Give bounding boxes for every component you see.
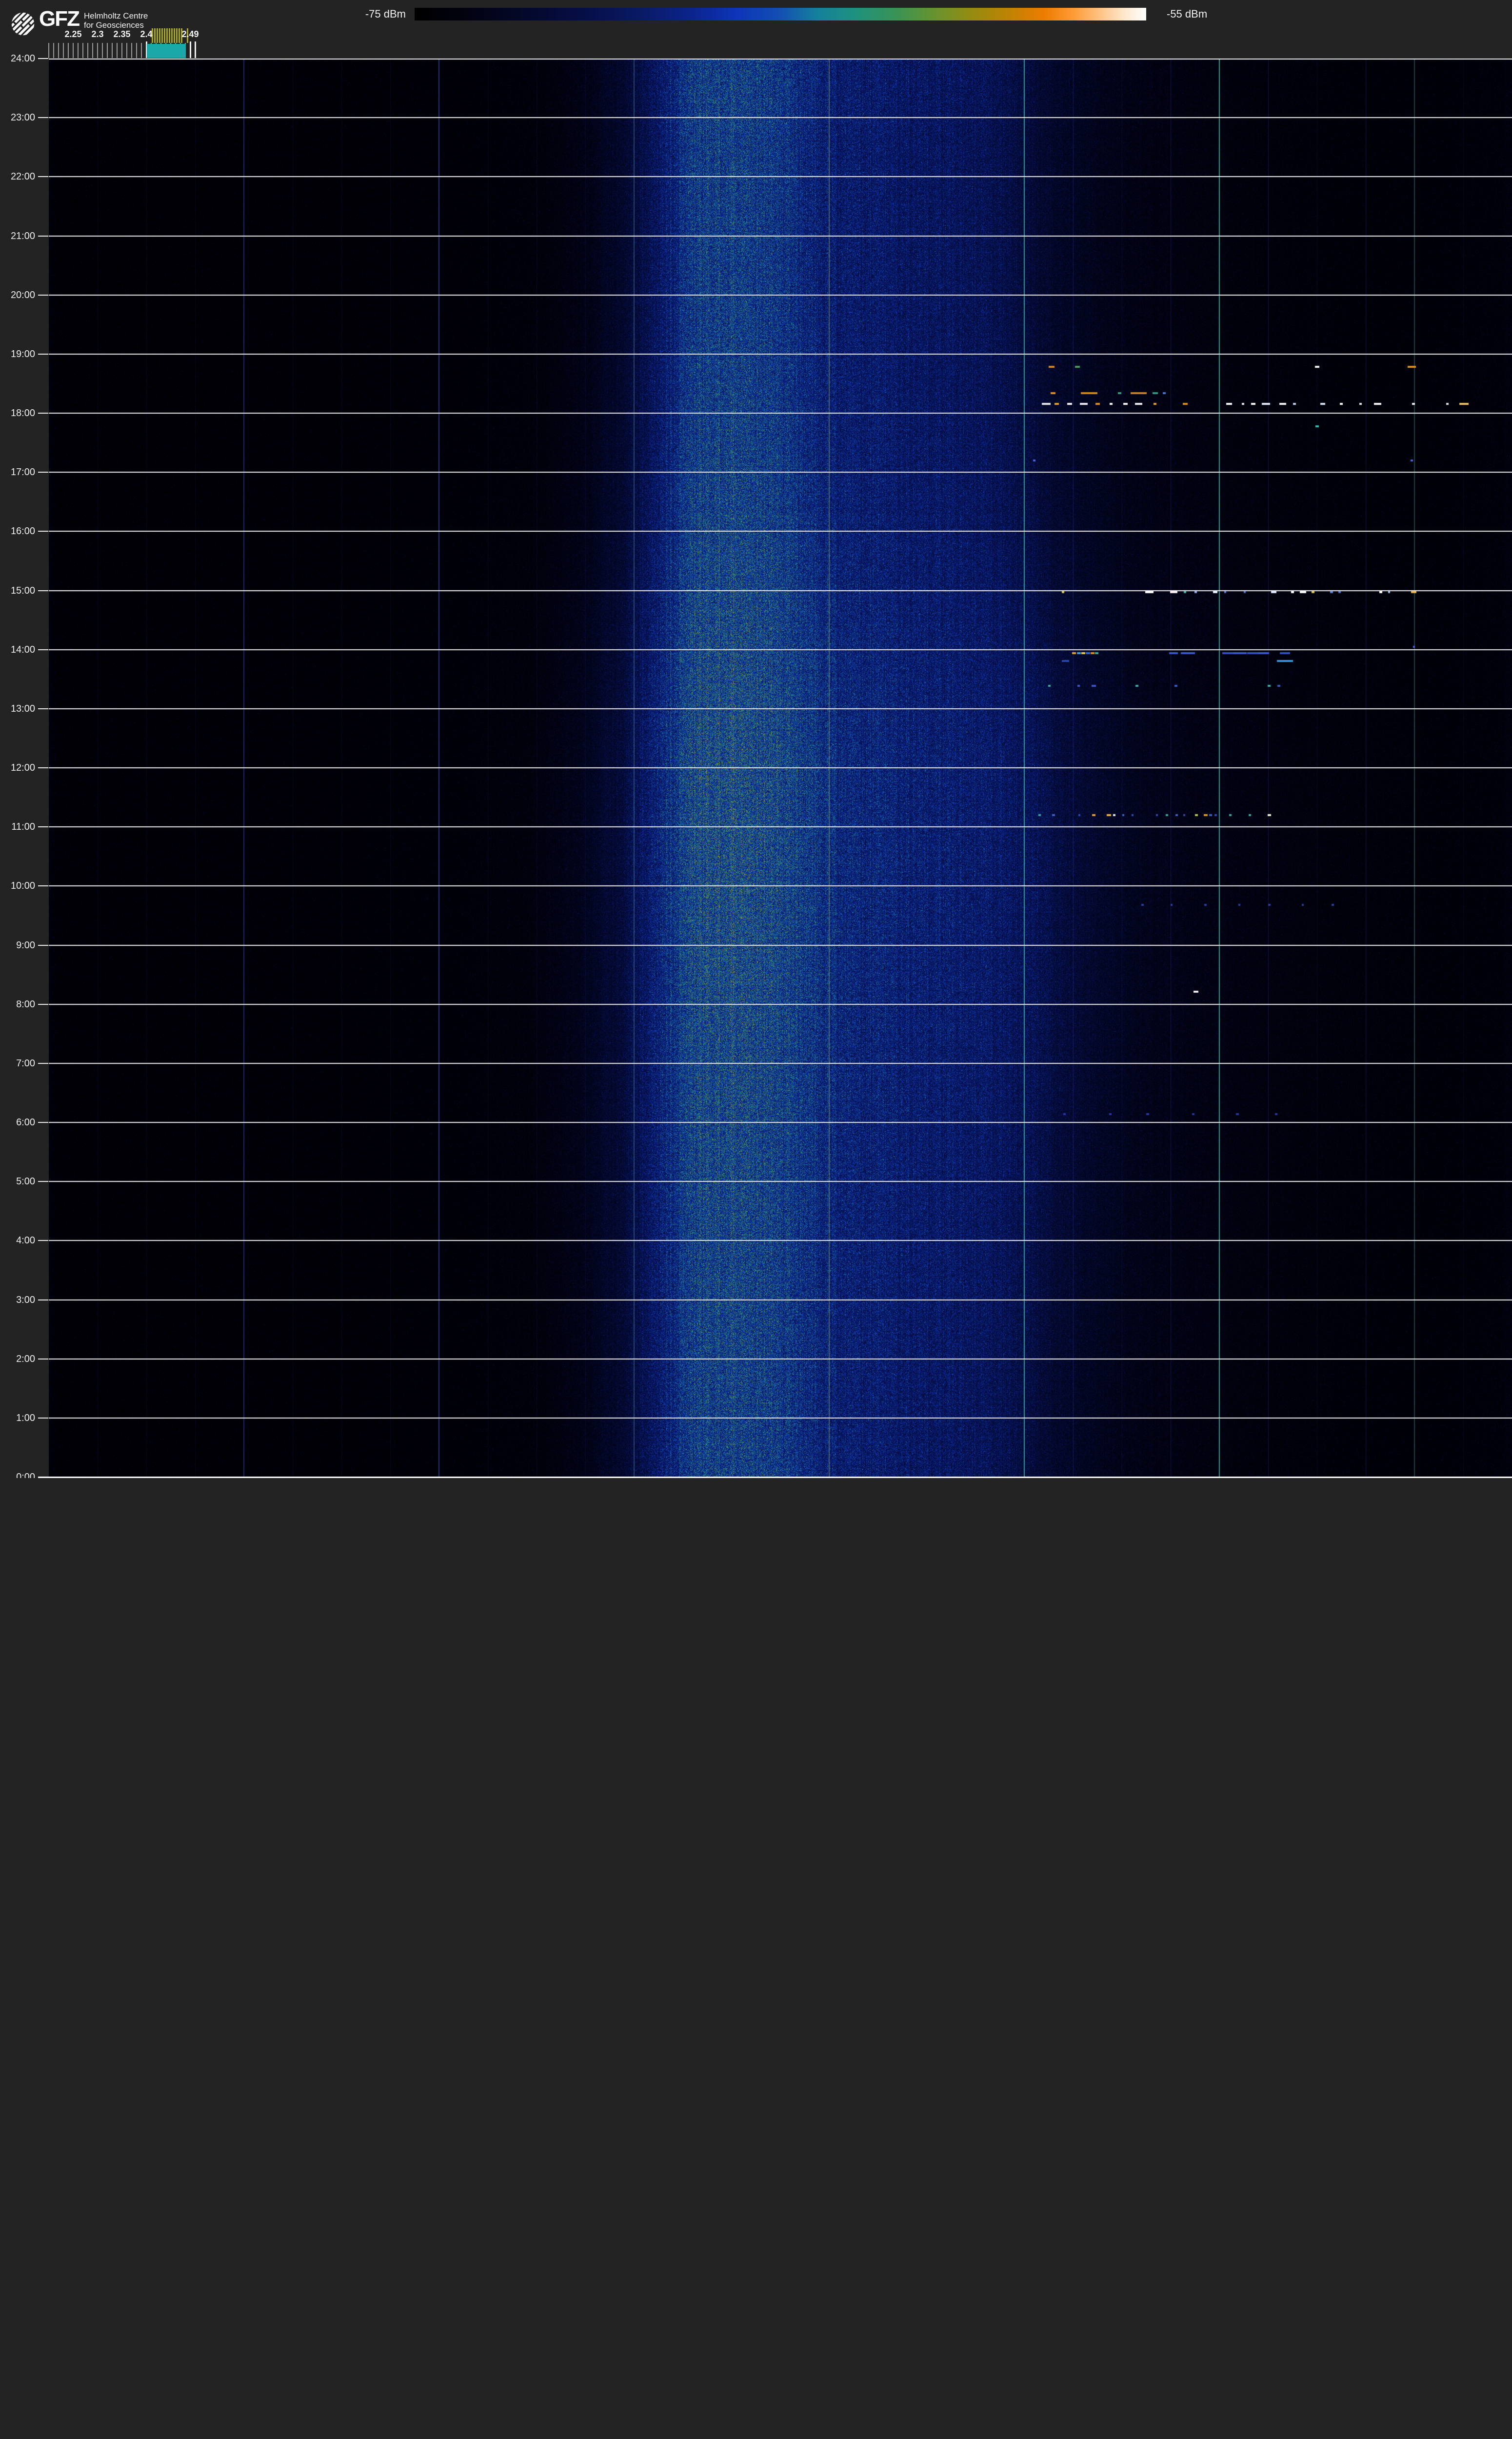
freq-major-tick (195, 41, 196, 58)
freq-minor-tick (97, 43, 98, 58)
wifi-channel-tick (179, 28, 180, 43)
time-axis-tick (38, 1063, 48, 1064)
freq-axis-label: 2.25 (64, 29, 81, 41)
time-axis-label: 1:00 (0, 1412, 35, 1424)
freq-minor-tick (102, 43, 103, 58)
time-axis-label: 19:00 (0, 348, 35, 360)
time-axis-tick (38, 767, 48, 768)
time-axis-tick (38, 1004, 48, 1005)
time-axis-label: 7:00 (0, 1058, 35, 1069)
freq-minor-tick (112, 43, 113, 58)
freq-minor-tick (136, 43, 137, 58)
time-axis-tick (38, 58, 48, 59)
time-axis-label: 5:00 (0, 1176, 35, 1187)
time-axis-label: 14:00 (0, 644, 35, 656)
wifi-channel-tick (171, 28, 173, 43)
wifi-channel-tick (159, 28, 160, 43)
time-axis-tick (38, 472, 48, 473)
time-axis-label: 10:00 (0, 880, 35, 892)
time-axis-tick (38, 826, 48, 827)
time-axis-tick (38, 1299, 48, 1300)
freq-axis-label: 2.3 (91, 29, 103, 41)
time-axis-label: 9:00 (0, 940, 35, 951)
time-axis-tick (38, 176, 48, 177)
time-axis-tick (38, 413, 48, 414)
wifi-channel-tick (161, 28, 163, 43)
freq-axis-label: 2.49 (181, 29, 199, 41)
time-axis-label: 20:00 (0, 289, 35, 301)
wifi-channel-tick (176, 28, 178, 43)
freq-minor-tick (78, 43, 79, 58)
freq-minor-tick (68, 43, 69, 58)
time-axis-label: 3:00 (0, 1294, 35, 1306)
time-axis-label: 16:00 (0, 525, 35, 537)
time-axis-tick (38, 590, 48, 591)
wifi-channel-tick (157, 28, 158, 43)
freq-minor-tick (82, 43, 83, 58)
freq-minor-tick (131, 43, 132, 58)
time-axis-label: 21:00 (0, 230, 35, 242)
freq-minor-tick (117, 43, 118, 58)
ble-channel-tick (185, 44, 186, 58)
freq-minor-tick (63, 43, 64, 58)
time-axis-label: 2:00 (0, 1353, 35, 1365)
freq-minor-tick (92, 43, 93, 58)
wifi-channel-tick (169, 28, 170, 43)
time-axis-label: 6:00 (0, 1117, 35, 1128)
time-axis-tick (38, 1181, 48, 1182)
time-axis-tick (38, 354, 48, 355)
time-axis-tick (38, 295, 48, 296)
time-axis-tick (38, 1122, 48, 1123)
freq-minor-tick (58, 43, 59, 58)
time-axis-label: 12:00 (0, 762, 35, 774)
time-axis-label: 18:00 (0, 407, 35, 419)
time-axis-label: 24:00 (0, 53, 35, 64)
freq-minor-tick (107, 43, 108, 58)
frequency-axis: 2.25 2.3 2.35 2.4 2.49 (0, 0, 1512, 59)
freq-major-tick (190, 41, 191, 58)
time-axis-tick (38, 1240, 48, 1241)
time-axis: 24:00 23:00 22:00 21:00 20:00 19:00 18:00 17:00… (0, 0, 49, 1495)
freq-minor-tick (87, 43, 88, 58)
time-axis-label: 4:00 (0, 1235, 35, 1246)
time-axis-label: 8:00 (0, 999, 35, 1010)
freq-minor-tick (126, 43, 127, 58)
time-axis-tick (38, 708, 48, 709)
freq-minor-tick (121, 43, 122, 58)
time-axis-tick (38, 885, 48, 886)
footer-bar: https://doi.org/10.5880/GFZ.1.2.2024.003… (0, 1478, 1512, 1495)
time-axis-label: 13:00 (0, 703, 35, 715)
spectrogram-canvas (49, 59, 1512, 1477)
wifi-channel-tick (166, 28, 168, 43)
time-axis-label: 17:00 (0, 466, 35, 478)
wifi-channel-tick (164, 28, 165, 43)
wifi-channel-tick (174, 28, 175, 43)
time-axis-label: 23:00 (0, 112, 35, 123)
time-axis-tick (38, 117, 48, 118)
time-axis-tick (38, 945, 48, 946)
time-axis-label: 22:00 (0, 171, 35, 182)
wifi-channel-tick (154, 28, 156, 43)
freq-axis-label: 2.4 (140, 29, 152, 41)
freq-minor-tick (53, 43, 54, 58)
time-axis-label: 11:00 (0, 821, 35, 833)
time-axis-tick (38, 649, 48, 650)
freq-axis-label: 2.35 (113, 29, 130, 41)
time-axis-tick (38, 236, 48, 237)
time-axis-label: 15:00 (0, 585, 35, 597)
freq-minor-tick (141, 43, 142, 58)
header-bar: GFZ Helmholtz Centre for Geosciences -75… (0, 0, 1512, 59)
time-axis-tick (38, 1418, 48, 1419)
freq-minor-tick (73, 43, 74, 58)
time-axis-tick (38, 531, 48, 532)
